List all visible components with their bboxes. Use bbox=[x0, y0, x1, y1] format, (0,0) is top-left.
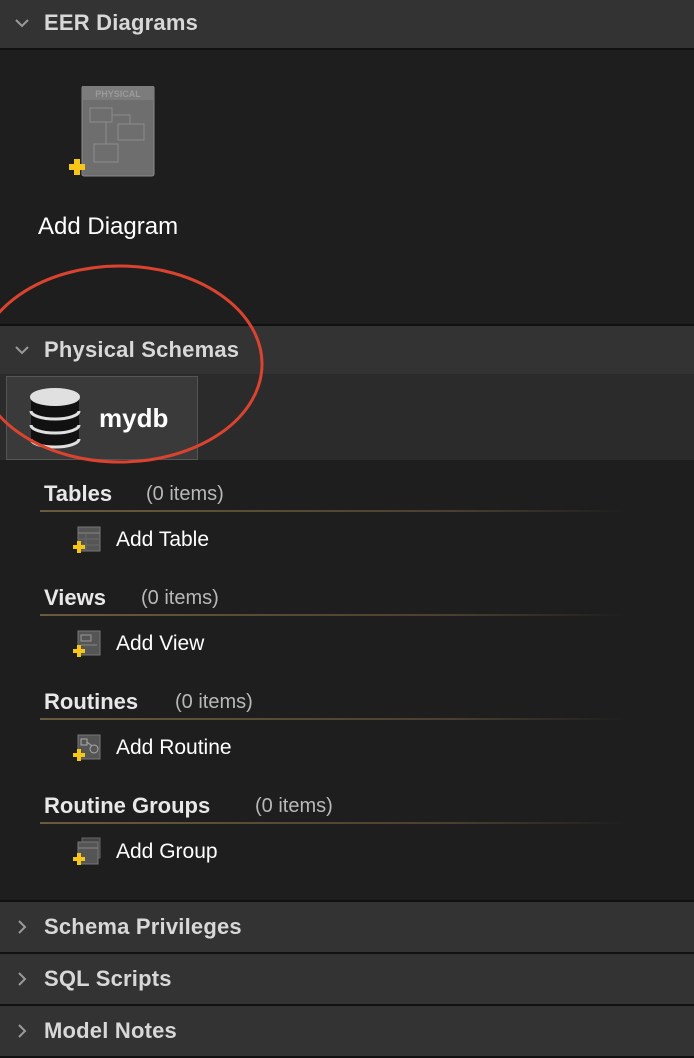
section-header-eer-diagrams[interactable]: EER Diagrams bbox=[0, 0, 694, 50]
add-diagram-button[interactable]: PHYSICAL bbox=[38, 85, 158, 191]
svg-text:PHYSICAL: PHYSICAL bbox=[95, 89, 141, 99]
section-title: Schema Privileges bbox=[44, 914, 242, 939]
add-view-button[interactable]: Add View bbox=[72, 629, 204, 659]
add-diagram-icon: PHYSICAL bbox=[69, 85, 155, 177]
chevron-right-icon bbox=[14, 1023, 30, 1039]
add-group-icon bbox=[73, 837, 101, 865]
section-header-schema-privileges[interactable]: Schema Privileges bbox=[0, 900, 694, 954]
schema-tab-mydb[interactable]: mydb bbox=[6, 376, 198, 460]
group-divider bbox=[40, 510, 626, 512]
add-group-label: Add Group bbox=[116, 840, 218, 863]
group-title-routine-groups: Routine Groups bbox=[44, 793, 211, 818]
group-title-tables: Tables bbox=[44, 481, 113, 506]
section-header-model-notes[interactable]: Model Notes bbox=[0, 1004, 694, 1058]
chevron-down-icon bbox=[14, 342, 30, 358]
chevron-right-icon bbox=[14, 919, 30, 935]
add-table-label: Add Table bbox=[116, 528, 210, 551]
group-divider bbox=[40, 614, 626, 616]
add-group-button[interactable]: Add Group bbox=[72, 837, 218, 867]
group-title-views: Views bbox=[44, 585, 106, 610]
section-title: SQL Scripts bbox=[44, 966, 172, 991]
add-routine-icon bbox=[73, 734, 101, 761]
schema-name: mydb bbox=[99, 402, 169, 433]
chevron-down-icon bbox=[14, 15, 30, 31]
group-divider bbox=[40, 718, 626, 720]
section-title: Physical Schemas bbox=[44, 337, 240, 362]
group-title-routines: Routines bbox=[44, 689, 139, 714]
section-title: Model Notes bbox=[44, 1018, 177, 1043]
section-header-physical-schemas[interactable]: Physical Schemas bbox=[0, 324, 694, 376]
add-table-button[interactable]: Add Table bbox=[72, 525, 209, 555]
section-title: EER Diagrams bbox=[44, 10, 199, 35]
group-count-tables: (0 items) bbox=[146, 483, 224, 505]
add-diagram-label[interactable]: Add Diagram bbox=[38, 213, 178, 241]
add-routine-label: Add Routine bbox=[116, 736, 232, 759]
group-count-routine-groups: (0 items) bbox=[255, 795, 333, 817]
add-view-icon bbox=[73, 630, 101, 657]
add-routine-button[interactable]: Add Routine bbox=[72, 733, 232, 763]
add-table-icon bbox=[73, 526, 101, 553]
section-header-sql-scripts[interactable]: SQL Scripts bbox=[0, 952, 694, 1006]
database-icon bbox=[29, 388, 81, 449]
group-count-routines: (0 items) bbox=[175, 691, 253, 713]
group-divider bbox=[40, 822, 626, 824]
group-count-views: (0 items) bbox=[141, 587, 219, 609]
add-view-label: Add View bbox=[116, 632, 205, 655]
chevron-right-icon bbox=[14, 971, 30, 987]
